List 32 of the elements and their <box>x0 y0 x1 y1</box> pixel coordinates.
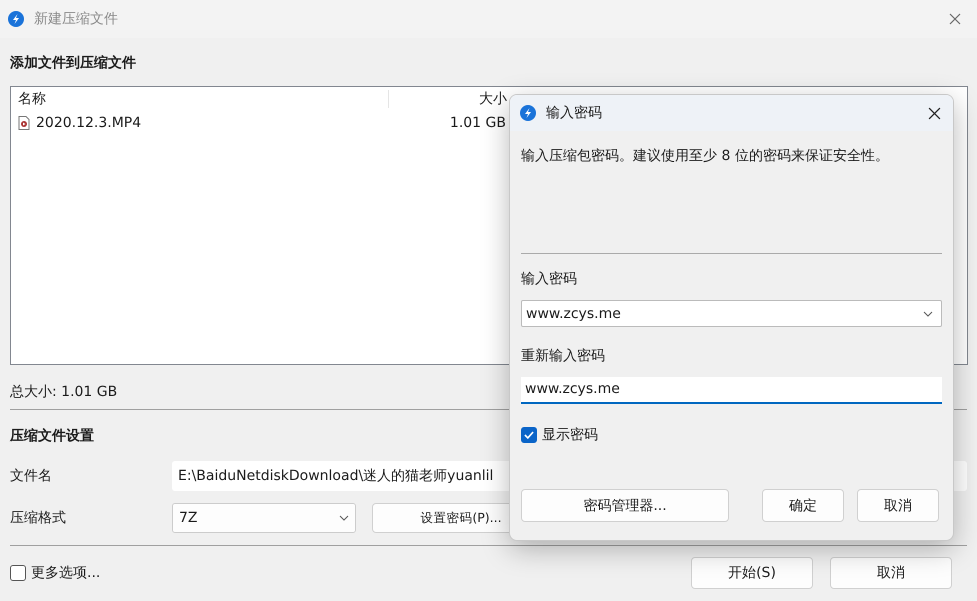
column-header[interactable]: 名称 <box>11 90 389 108</box>
field-label: 文件名 <box>10 467 53 485</box>
field-label: 压缩格式 <box>10 509 67 527</box>
field-label: 输入密码 <box>521 270 578 289</box>
checkbox-label: 显示密码 <box>542 426 598 444</box>
close-icon[interactable] <box>928 106 941 120</box>
dialog-button[interactable]: 确定 <box>762 489 844 522</box>
dialog-button[interactable]: 取消 <box>830 557 952 589</box>
window-title: 新建压缩文件 <box>34 10 118 28</box>
section-heading: 压缩文件设置 <box>10 427 94 446</box>
file-name: 2020.12.3.MP4 <box>36 115 142 131</box>
dialog-button[interactable]: 开始(S) <box>691 557 813 589</box>
password-manager-button[interactable]: 密码管理器... <box>521 489 729 522</box>
dialog-message: 输入压缩包密码。建议使用至少 8 位的密码来保证安全性。 <box>521 147 890 166</box>
section-heading: 添加文件到压缩文件 <box>10 54 136 73</box>
chevron-down-icon <box>339 515 349 521</box>
file-size: 1.01 GB <box>448 115 506 131</box>
app-logo-icon <box>520 105 536 121</box>
format-dropdown[interactable]: 7Z <box>172 503 356 533</box>
column-header[interactable]: 大小 <box>389 90 507 108</box>
dialog-title: 输入密码 <box>546 104 602 122</box>
checkbox[interactable] <box>521 427 537 443</box>
app-logo-icon <box>8 11 24 27</box>
checkbox-label: 更多选项... <box>31 564 100 582</box>
password-field[interactable]: www.zcys.me <box>521 377 942 404</box>
dialog-button[interactable]: 取消 <box>857 489 939 522</box>
checkbox[interactable] <box>10 565 26 581</box>
chevron-down-icon <box>923 310 933 316</box>
total-size: 总大小: 1.01 GB <box>10 383 118 401</box>
field-label: 重新输入密码 <box>521 347 606 366</box>
video-file-icon <box>18 116 30 130</box>
password-combo-field[interactable]: www.zcys.me <box>521 300 942 327</box>
